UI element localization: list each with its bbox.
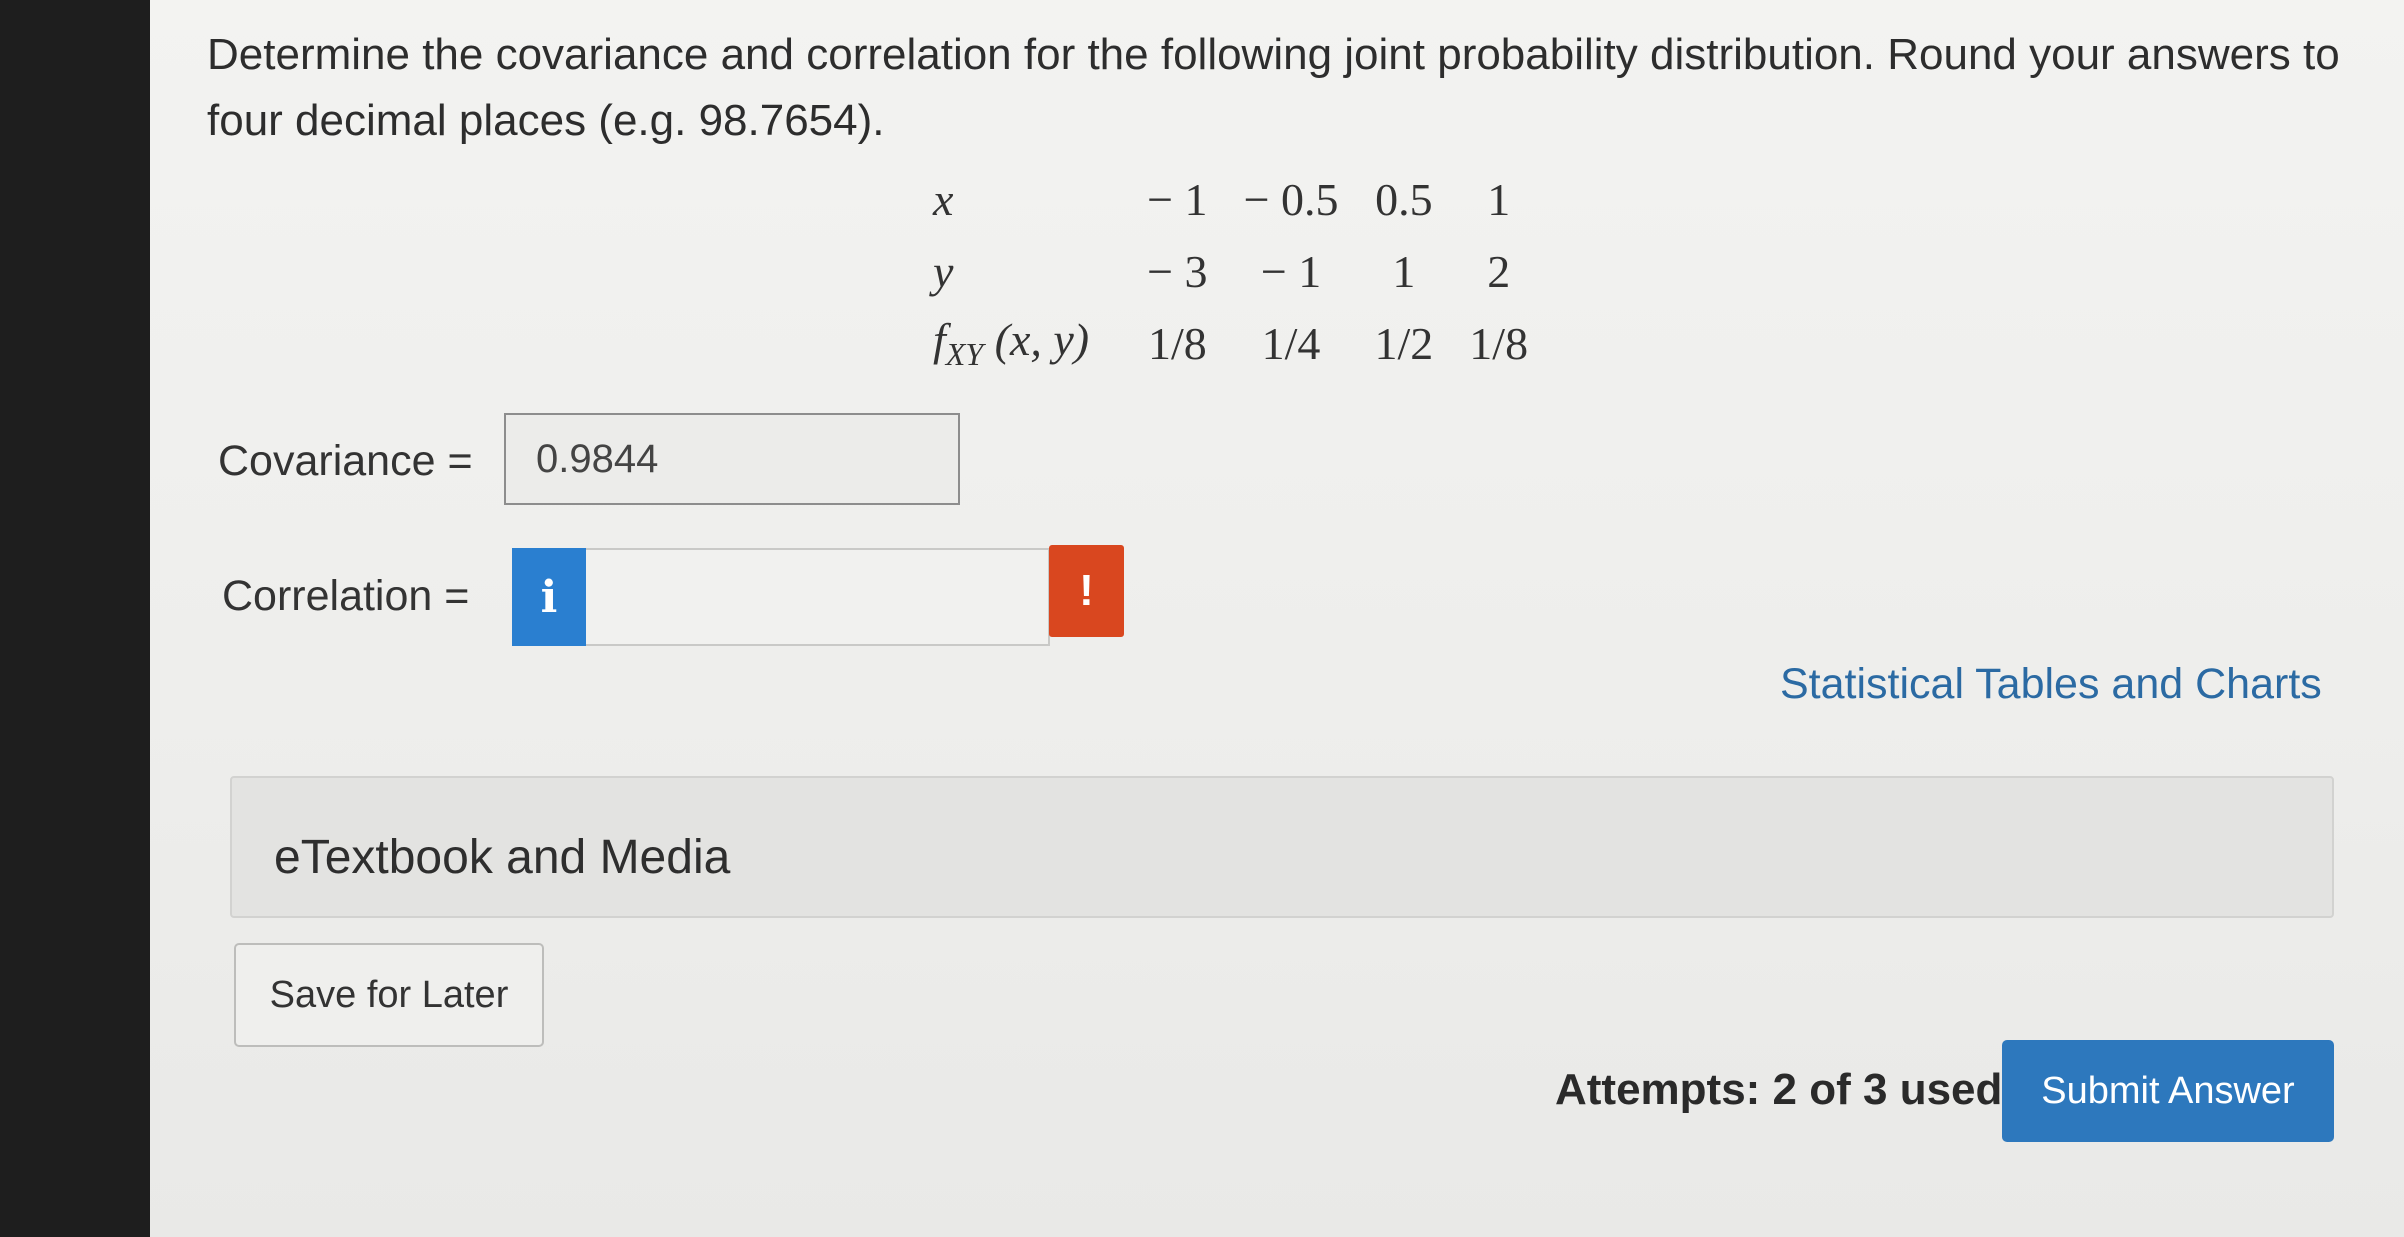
- table-row-x: x − 1 − 0.5 0.5 1: [915, 163, 1546, 235]
- covariance-label: Covariance =: [218, 437, 473, 485]
- etextbook-media-panel[interactable]: eTextbook and Media: [230, 776, 2334, 918]
- warning-icon[interactable]: !: [1049, 545, 1124, 637]
- submit-answer-button[interactable]: Submit Answer: [2002, 1040, 2334, 1142]
- question-content: Determine the covariance and correlation…: [150, 0, 2404, 1237]
- y-value: 1: [1392, 245, 1416, 297]
- attempts-counter: Attempts: 2 of 3 used: [1555, 1065, 2003, 1114]
- y-value: 2: [1487, 245, 1511, 297]
- f-label: fXY (x, y): [915, 307, 1129, 379]
- correlation-label: Correlation =: [222, 572, 470, 620]
- f-label-sub: XY: [945, 336, 984, 372]
- y-value: − 1: [1260, 245, 1322, 297]
- f-value: 1/8: [1147, 317, 1207, 369]
- x-value: − 1: [1147, 173, 1208, 225]
- x-value: 1: [1487, 173, 1511, 225]
- question-screen: Determine the covariance and correlation…: [150, 0, 2404, 1237]
- statistical-tables-link[interactable]: Statistical Tables and Charts: [1780, 660, 2322, 709]
- joint-distribution-table: x − 1 − 0.5 0.5 1 y − 3 − 1 1 2 fXY (x, …: [915, 163, 1546, 379]
- y-value: − 3: [1147, 245, 1208, 297]
- etextbook-media-label: eTextbook and Media: [274, 831, 731, 884]
- save-for-later-button[interactable]: Save for Later: [234, 943, 544, 1047]
- x-label: x: [933, 173, 954, 225]
- info-icon[interactable]: i: [512, 548, 586, 646]
- question-text: Determine the covariance and correlation…: [207, 30, 2340, 145]
- f-value: 1/4: [1261, 317, 1321, 369]
- f-value: 1/8: [1469, 317, 1529, 369]
- y-label: y: [933, 245, 954, 297]
- correlation-input[interactable]: [586, 548, 1050, 646]
- f-label-main: f: [933, 314, 946, 365]
- x-value: 0.5: [1375, 173, 1433, 225]
- f-value: 1/2: [1374, 317, 1434, 369]
- x-value: − 0.5: [1243, 173, 1339, 225]
- covariance-answer-field[interactable]: 0.9844: [504, 413, 960, 505]
- table-row-f: fXY (x, y) 1/8 1/4 1/2 1/8: [915, 307, 1546, 379]
- f-label-args: (x, y): [983, 314, 1090, 365]
- table-row-y: y − 3 − 1 1 2: [915, 235, 1546, 307]
